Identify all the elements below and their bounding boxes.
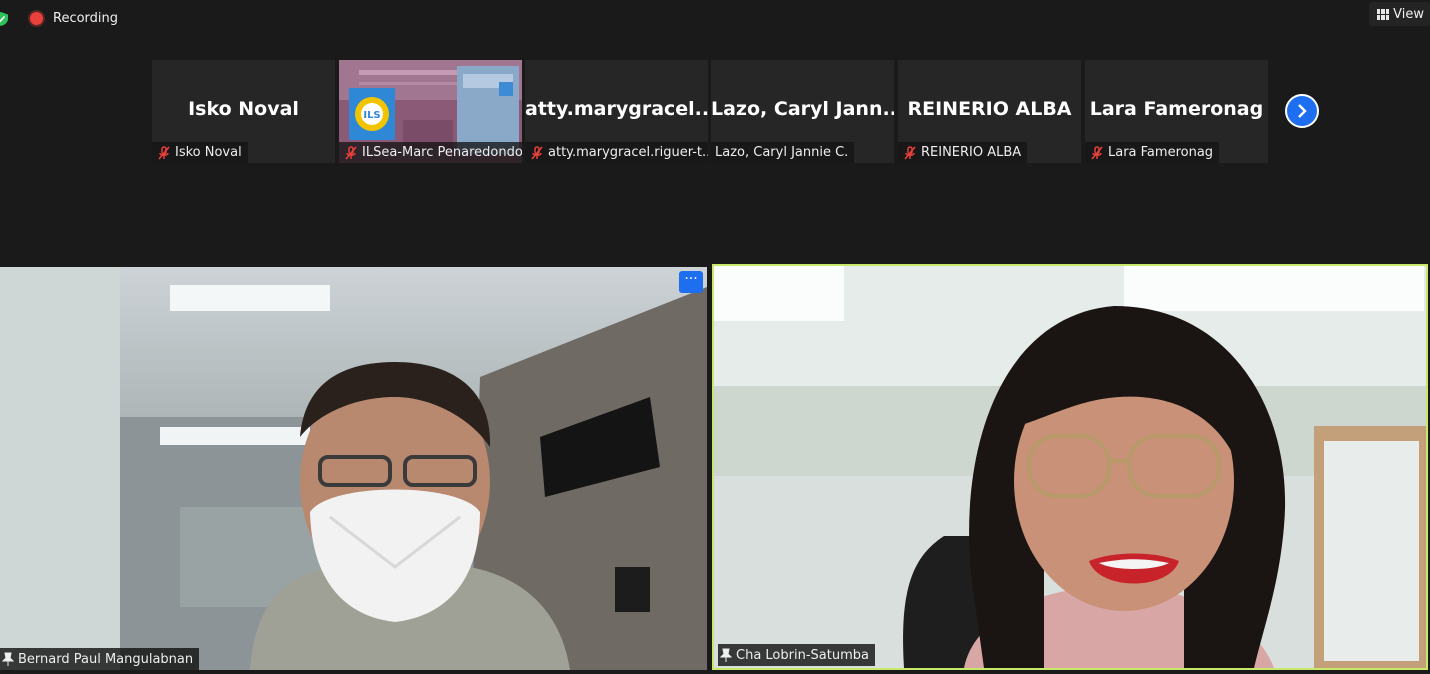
participant-display-name: Isko Noval [188,98,299,120]
chevron-right-icon [1298,104,1307,118]
microphone-muted-icon [1091,145,1103,160]
participant-name-label: Lazo, Caryl Jannie C. [711,142,855,163]
view-button[interactable]: View [1369,2,1430,26]
participant-display-name: Lara Fameronag [1089,98,1264,120]
pin-icon [2,652,14,666]
participant-tile[interactable]: REINERIO ALBA REINERIO ALBA [898,60,1081,163]
participant-name-label: Isko Noval [152,142,248,163]
participant-tile-video[interactable]: ILS ILSea-Marc Penaredondo [339,60,522,163]
microphone-muted-icon [531,145,543,160]
participant-label-text: Lara Fameronag [1108,145,1214,160]
microphone-muted-icon [345,145,357,160]
next-page-button[interactable] [1285,94,1319,128]
participant-name-tag: Bernard Paul Mangulabnan [0,648,200,670]
participant-tile[interactable]: Lara Fameronag Lara Fameronag [1085,60,1268,163]
participant-video-main-right-active[interactable]: Cha Lobrin-Satumba [712,264,1428,670]
view-button-label: View [1393,6,1424,22]
participant-label-text: REINERIO ALBA [921,145,1022,160]
participant-tile[interactable]: Isko Noval Isko Noval [152,60,335,163]
participant-label-text: atty.marygracel.riguer-t... [548,145,708,160]
participant-name-label: atty.marygracel.riguer-t... [525,142,708,163]
participant-name-tag: Cha Lobrin-Satumba [718,644,875,666]
video-feed-left [0,267,707,670]
recording-label: Recording [53,11,119,26]
participant-name: Cha Lobrin-Satumba [736,647,869,663]
participant-name: Bernard Paul Mangulabnan [18,651,194,667]
participant-tile[interactable]: atty.marygracel.... atty.marygracel.rigu… [525,60,708,163]
participant-name-label: Lara Fameronag [1085,142,1220,163]
participant-display-name: REINERIO ALBA [907,98,1072,120]
participant-name-label: REINERIO ALBA [898,142,1028,163]
participant-label-text: ILSea-Marc Penaredondo [362,145,522,160]
microphone-muted-icon [158,145,170,160]
participant-display-name: atty.marygracel.... [525,98,708,120]
participant-name-label: ILSea-Marc Penaredondo [339,142,522,163]
participant-label-text: Isko Noval [175,145,242,160]
participant-video-main-left[interactable]: ··· Bernard Paul Mangulabnan [0,267,707,670]
participant-display-name: Lazo, Caryl Jann... [711,98,894,120]
recording-indicator-icon [30,12,43,25]
svg-text:ILS: ILS [363,110,380,121]
pin-icon [720,648,732,662]
top-bar: Recording View [0,0,1430,36]
security-shield-icon[interactable] [0,12,8,26]
gallery-view-icon [1377,8,1390,20]
microphone-muted-icon [904,145,916,160]
more-options-button[interactable]: ··· [679,271,703,293]
participant-label-text: Lazo, Caryl Jannie C. [715,145,849,160]
video-feed-right [714,266,1426,668]
participant-tile[interactable]: Lazo, Caryl Jann... Lazo, Caryl Jannie C… [711,60,894,163]
